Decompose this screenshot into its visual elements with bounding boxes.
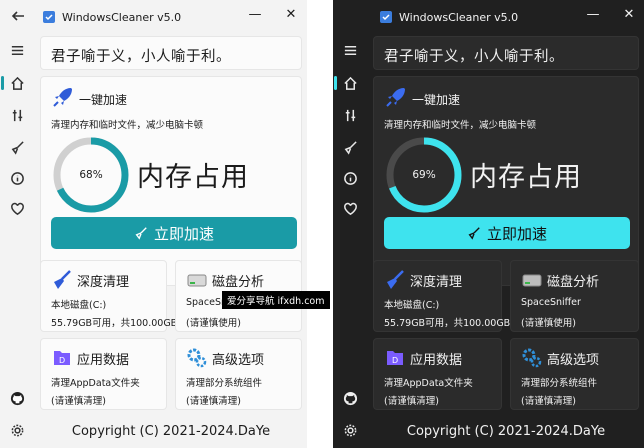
disk-analysis-warning: (请谨慎使用) [521,318,576,329]
disk-space: 55.79GB可用，共100.00GB [51,318,178,329]
disk-icon [522,274,542,287]
github-icon[interactable] [338,386,362,410]
nav-selection-indicator [334,76,337,90]
advanced-options-warning: (请谨慎清理) [186,396,241,407]
disk-name: 本地磁盘(C:) [384,300,440,311]
home-icon[interactable] [338,71,362,95]
svg-text:D: D [59,356,65,365]
disk-icon [187,274,207,287]
settings-icon[interactable] [338,418,362,442]
advanced-options-desc: 清理部分系统组件 [186,378,263,389]
memory-label: 内存占用 [470,162,582,193]
close-button[interactable]: ✕ [620,6,638,22]
tools-icon[interactable] [338,103,362,127]
boost-description: 清理内存和临时文件，减少电脑卡顿 [384,120,537,131]
light-theme-window: WindowsCleaner v5.0 — ✕ 君子喻于义，小人喻于利。 一键加… [0,0,307,448]
boost-now-button[interactable]: 立即加速 [384,217,630,249]
menu-icon[interactable] [5,38,29,62]
boost-now-label: 立即加速 [486,224,547,243]
gears-icon [522,348,542,368]
broom-icon [468,227,480,240]
deep-clean-tile[interactable]: 深度清理 本地磁盘(C:) 55.79GB可用，共100.00GB [373,260,510,332]
app-data-desc: 清理AppData文件夹 [384,378,473,389]
app-title: WindowsCleaner v5.0 [62,11,182,24]
quote-card: 君子喻于义，小人喻于利。 [40,36,302,70]
advanced-options-warning: (请谨慎清理) [521,396,576,407]
disk-analysis-tile[interactable]: 磁盘分析 SpaceSniffer (请谨慎使用) [510,260,639,332]
disk-analysis-title: 磁盘分析 [547,275,600,290]
boost-description: 清理内存和临时文件，减少电脑卡顿 [51,120,204,131]
disk-analysis-title: 磁盘分析 [212,275,265,290]
advanced-options-desc: 清理部分系统组件 [521,378,598,389]
advanced-options-title: 高级选项 [212,353,265,368]
app-logo-icon [43,11,55,23]
boost-card: 一键加速 清理内存和临时文件，减少电脑卡顿 68% 内存占用 立即加速 [40,76,302,286]
app-data-tile[interactable]: D 应用数据 清理AppData文件夹 (请谨慎清理) [40,338,167,410]
deep-clean-title: 深度清理 [410,275,463,290]
broom-icon [54,270,71,289]
app-data-warning: (请谨慎清理) [384,396,439,407]
disk-space: 55.79GB可用，共100.00GB [384,318,511,329]
copyright-footer: Copyright (C) 2021-2024.DaYe [71,424,271,439]
sidebar-nav [0,0,33,448]
github-icon[interactable] [5,386,29,410]
app-title: WindowsCleaner v5.0 [399,11,519,24]
gears-icon [187,348,207,368]
broom-icon[interactable] [5,135,29,159]
boost-now-button[interactable]: 立即加速 [51,217,297,249]
quote-text: 君子喻于义，小人喻于利。 [51,49,231,65]
broom-icon[interactable] [338,135,362,159]
rocket-icon [386,88,405,107]
boost-title: 一键加速 [79,93,128,107]
info-icon[interactable] [5,166,29,190]
broom-icon [387,270,404,289]
sidebar-nav [333,0,366,448]
heart-icon[interactable] [338,197,362,221]
memory-percent: 69% [412,169,436,181]
title-bar: WindowsCleaner v5.0 — ✕ [333,0,644,32]
disk-analysis-tool: SpaceSniffer [521,297,581,308]
app-data-warning: (请谨慎清理) [51,396,106,407]
settings-icon[interactable] [5,418,29,442]
advanced-options-tile[interactable]: 高级选项 清理部分系统组件 (请谨慎清理) [510,338,639,410]
disk-analysis-warning: (请谨慎使用) [186,318,241,329]
tools-icon[interactable] [5,103,29,127]
quote-text: 君子喻于义，小人喻于利。 [384,49,564,65]
menu-icon[interactable] [338,38,362,62]
broom-icon [135,227,147,240]
minimize-button[interactable]: — [246,6,264,22]
boost-now-label: 立即加速 [153,224,214,243]
advanced-options-title: 高级选项 [547,353,600,368]
close-button[interactable]: ✕ [282,6,300,22]
disk-name: 本地磁盘(C:) [51,300,107,311]
app-data-tile[interactable]: D 应用数据 清理AppData文件夹 (请谨慎清理) [373,338,502,410]
svg-text:D: D [392,356,398,365]
window-gap [307,0,333,448]
heart-icon[interactable] [5,197,29,221]
info-icon[interactable] [338,166,362,190]
advanced-options-tile[interactable]: 高级选项 清理部分系统组件 (请谨慎清理) [175,338,302,410]
memory-label: 内存占用 [137,162,249,193]
app-data-icon: D [387,351,403,365]
rocket-icon [53,88,72,107]
app-data-title: 应用数据 [410,353,463,368]
deep-clean-tile[interactable]: 深度清理 本地磁盘(C:) 55.79GB可用，共100.00GB [40,260,177,332]
title-bar: WindowsCleaner v5.0 — ✕ [0,0,307,32]
quote-card: 君子喻于义，小人喻于利。 [373,36,639,70]
watermark: 爱分享导航 ifxdh.com [222,291,330,309]
app-logo-icon [380,11,392,23]
deep-clean-title: 深度清理 [77,275,130,290]
minimize-button[interactable]: — [584,6,602,22]
app-data-title: 应用数据 [77,353,130,368]
memory-percent: 68% [79,169,103,181]
nav-selection-indicator [1,76,4,90]
dark-theme-window: WindowsCleaner v5.0 — ✕ 君子喻于义，小人喻于利。 一键加… [333,0,644,448]
app-data-icon: D [54,351,70,365]
app-data-desc: 清理AppData文件夹 [51,378,140,389]
home-icon[interactable] [5,71,29,95]
copyright-footer: Copyright (C) 2021-2024.DaYe [406,424,606,439]
boost-card: 一键加速 清理内存和临时文件，减少电脑卡顿 69% 内存占用 立即加速 [373,76,639,286]
boost-title: 一键加速 [412,93,461,107]
